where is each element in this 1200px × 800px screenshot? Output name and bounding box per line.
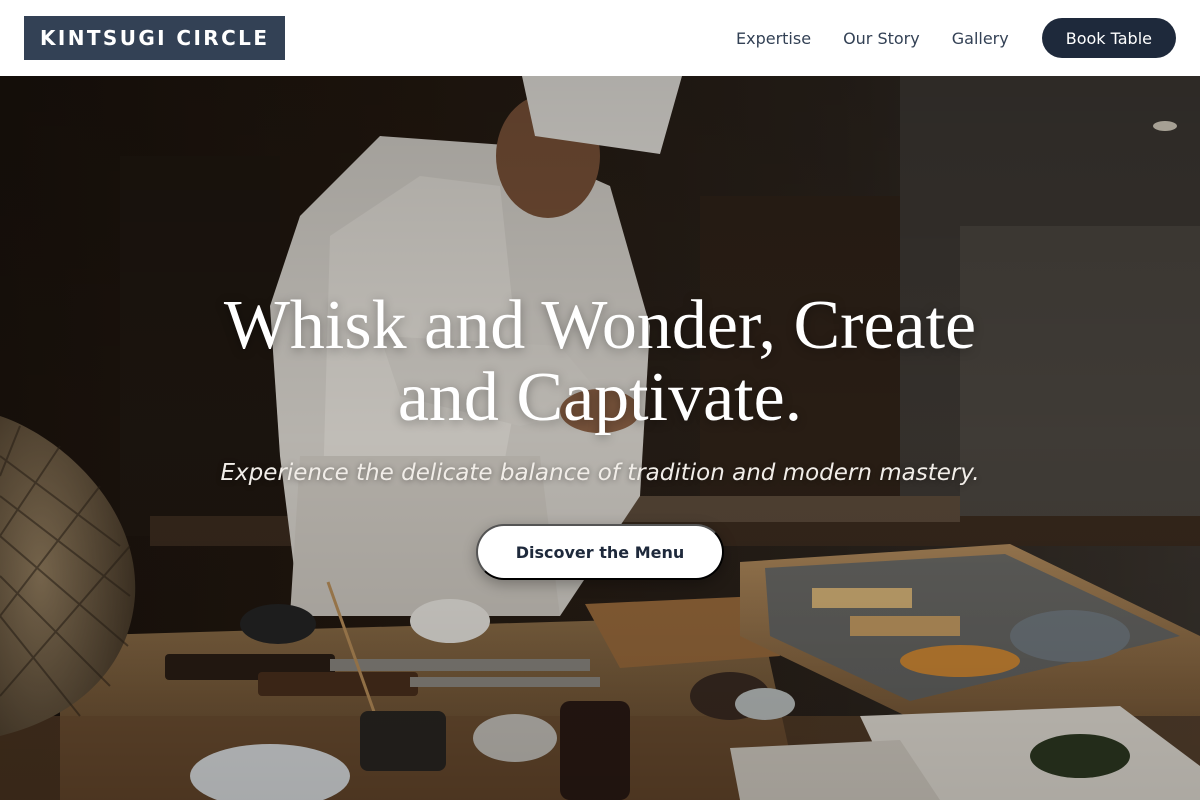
hero-content: Whisk and Wonder, Create and Captivate. … <box>0 76 1200 800</box>
brand-logo[interactable]: KINTSUGI CIRCLE <box>24 16 286 60</box>
hero-section: Whisk and Wonder, Create and Captivate. … <box>0 76 1200 800</box>
hero-subtitle: Experience the delicate balance of tradi… <box>220 460 980 486</box>
nav-link-expertise[interactable]: Expertise <box>736 29 811 48</box>
nav-link-gallery[interactable]: Gallery <box>952 29 1009 48</box>
site-header: KINTSUGI CIRCLE Expertise Our Story Gall… <box>0 0 1200 76</box>
discover-menu-button[interactable]: Discover the Menu <box>476 524 724 580</box>
hero-title-line1: Whisk and Wonder, Create <box>223 287 977 364</box>
nav-link-our-story[interactable]: Our Story <box>843 29 920 48</box>
main-nav: Expertise Our Story Gallery Book Table <box>736 18 1176 58</box>
brand-name: KINTSUGI CIRCLE <box>40 26 270 50</box>
hero-title-line2: and Captivate. <box>397 359 803 436</box>
hero-title: Whisk and Wonder, Create and Captivate. <box>150 290 1050 434</box>
book-table-button[interactable]: Book Table <box>1041 18 1176 58</box>
